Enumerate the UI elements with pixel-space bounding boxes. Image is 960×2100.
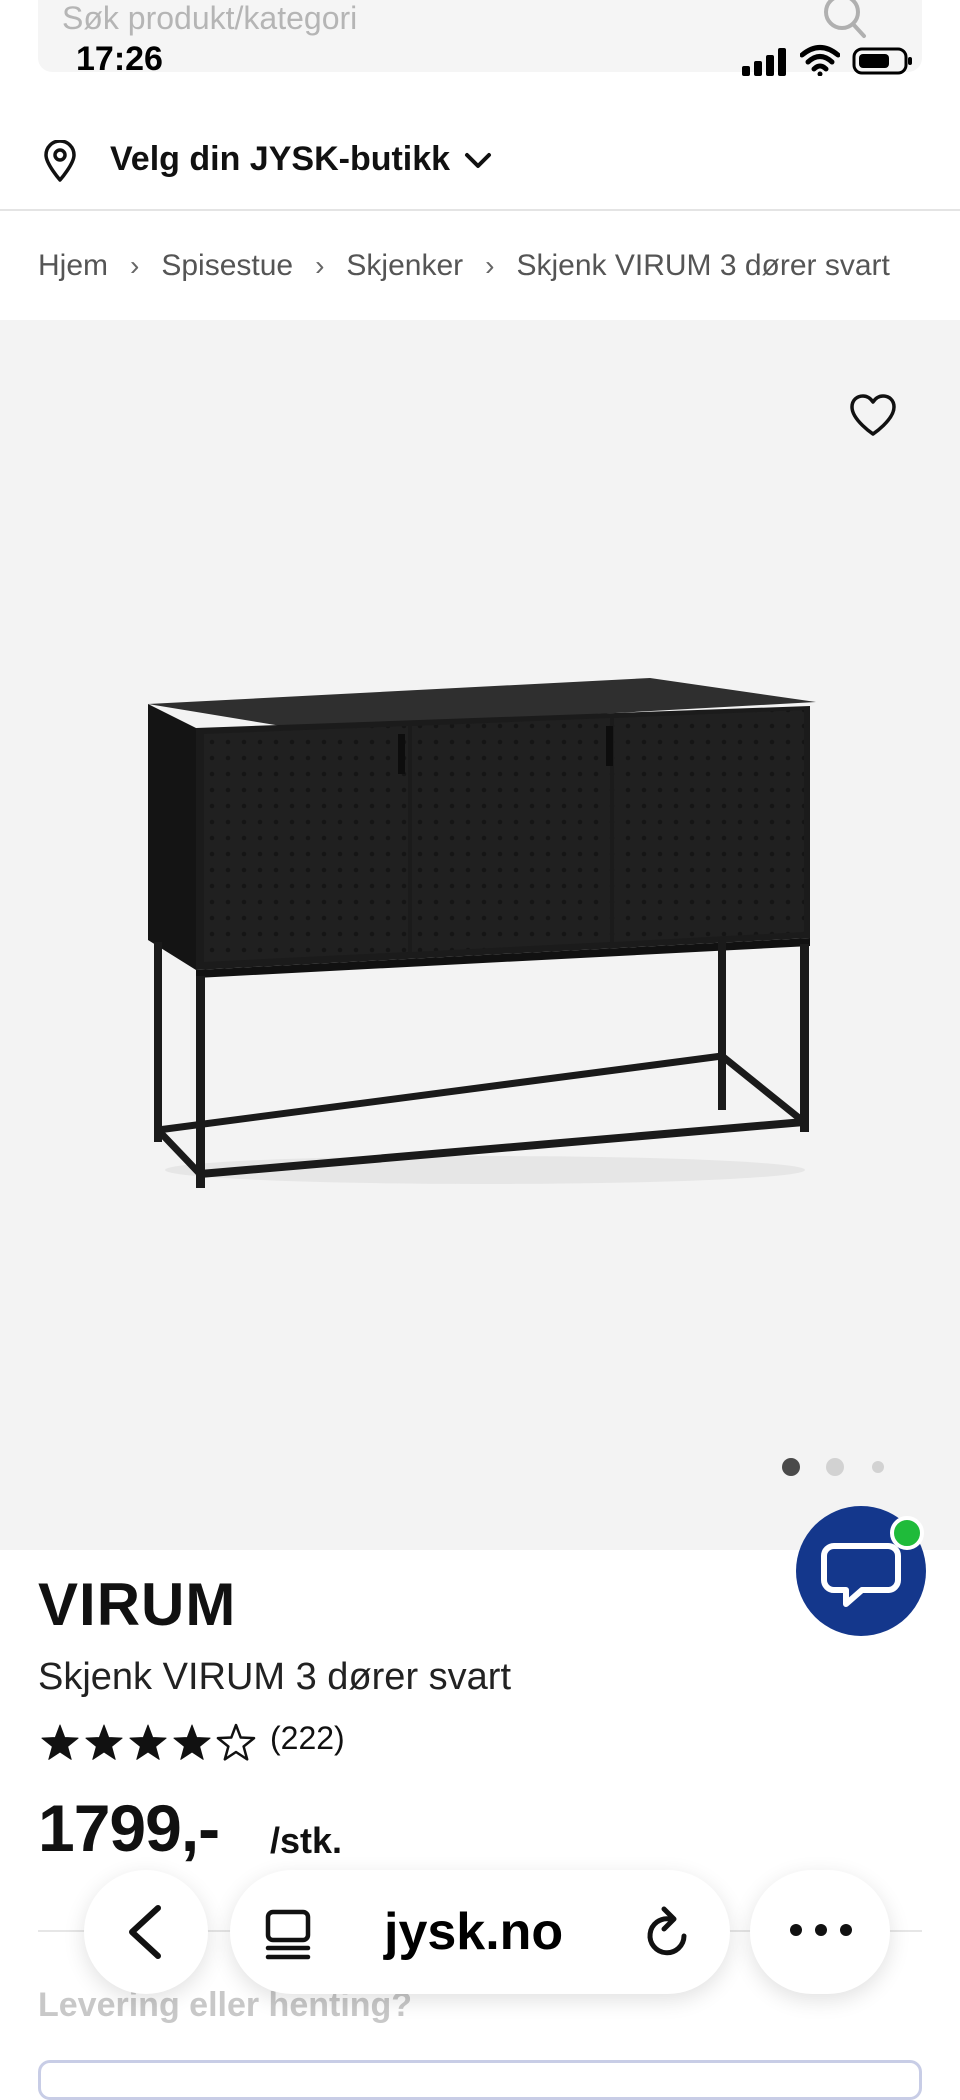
store-selector-label[interactable]: Velg din JYSK-butikk <box>110 140 450 179</box>
battery-icon <box>852 47 912 75</box>
delivery-option-box[interactable] <box>38 2060 922 2100</box>
star-empty-icon <box>216 1723 256 1761</box>
breadcrumb: Hjem › Spisestue › Skjenker › Skjenk VIR… <box>38 246 890 286</box>
chevron-left-icon[interactable] <box>124 1904 168 1960</box>
divider <box>0 209 960 211</box>
reload-icon[interactable] <box>640 1904 696 1962</box>
star-filled-icon <box>85 1724 123 1760</box>
status-time: 17:26 <box>76 40 163 78</box>
gallery-dot[interactable] <box>826 1458 844 1476</box>
chevron-down-icon[interactable] <box>462 146 494 174</box>
star-filled-icon <box>173 1724 211 1760</box>
location-pin-icon <box>44 140 76 182</box>
gallery-pagination[interactable] <box>780 1456 890 1478</box>
breadcrumb-item-skjenker[interactable]: Skjenker <box>346 249 463 283</box>
breadcrumb-separator: › <box>130 250 140 281</box>
breadcrumb-separator: › <box>485 250 495 281</box>
breadcrumb-item-spisestue[interactable]: Spisestue <box>161 249 293 283</box>
rating-stars[interactable] <box>38 1722 258 1764</box>
gallery-dot[interactable] <box>872 1461 884 1473</box>
cellular-signal-icon <box>742 48 786 76</box>
search-placeholder: Søk produkt/kategori <box>62 0 358 36</box>
gallery-dot-active[interactable] <box>782 1458 800 1476</box>
wifi-icon <box>800 45 840 76</box>
heart-icon[interactable] <box>848 392 898 438</box>
star-filled-icon <box>41 1724 79 1760</box>
breadcrumb-item-current: Skjenk VIRUM 3 dører svart <box>516 249 890 282</box>
ellipsis-icon[interactable] <box>786 1920 856 1940</box>
star-filled-icon <box>129 1724 167 1760</box>
online-status-dot <box>890 1516 924 1550</box>
product-price: 1799,- <box>38 1791 220 1865</box>
search-icon[interactable] <box>820 0 868 40</box>
product-name: Skjenk VIRUM 3 dører svart <box>38 1656 511 1698</box>
browser-url[interactable]: jysk.no <box>384 1902 563 1962</box>
product-image <box>148 678 816 1188</box>
breadcrumb-separator: › <box>315 250 325 281</box>
tabs-icon[interactable] <box>262 1906 318 1962</box>
breadcrumb-item-hjem[interactable]: Hjem <box>38 249 108 283</box>
review-count[interactable]: (222) <box>270 1720 345 1757</box>
product-brand: VIRUM <box>38 1571 237 1638</box>
price-unit: /stk. <box>270 1820 343 1861</box>
